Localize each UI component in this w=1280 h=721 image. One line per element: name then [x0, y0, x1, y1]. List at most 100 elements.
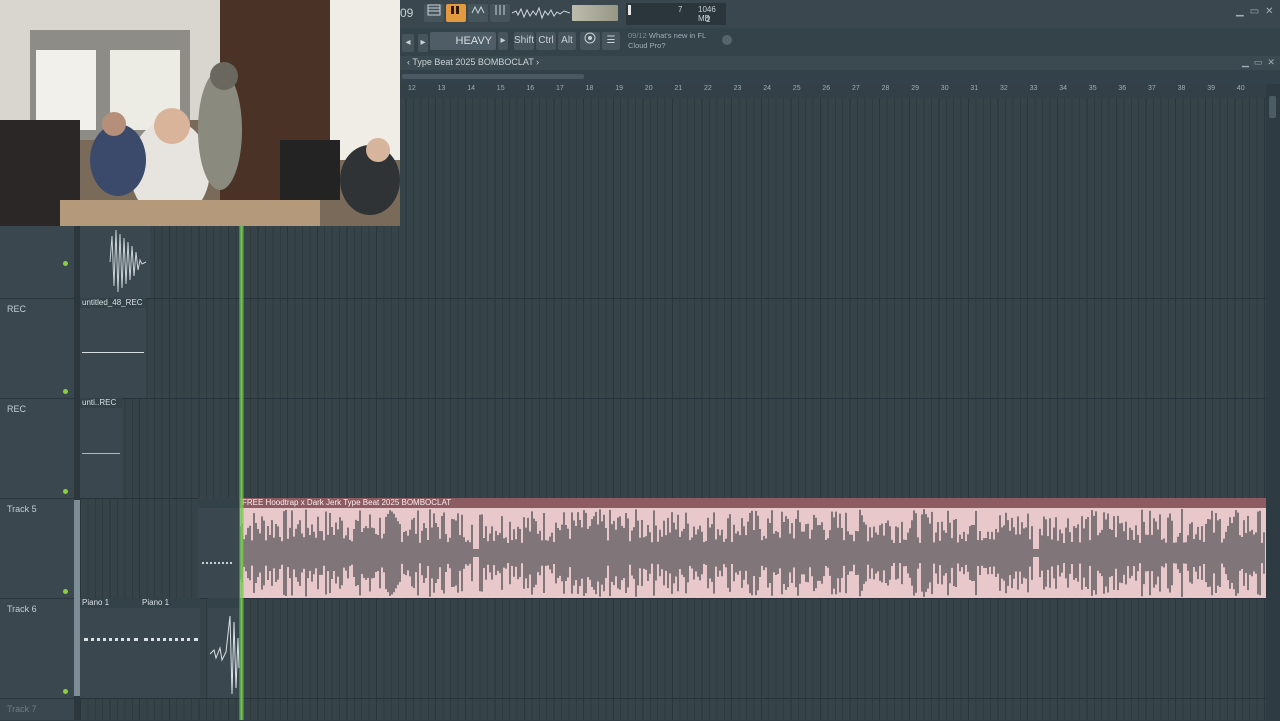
cpu-memory-monitor: 7 1046 MB 2: [626, 3, 726, 25]
ruler-tick: 30: [940, 85, 949, 92]
pattern-clip[interactable]: Piano 1: [140, 598, 200, 698]
timeline-ruler[interactable]: 12 13 14 15 16 17 18 19 20 21 22 23 24 25 26 27 28 29 30 31…: [400, 84, 1266, 99]
chevron-right-icon: ›: [533, 57, 540, 67]
track-led-icon[interactable]: [63, 489, 68, 494]
globe-icon[interactable]: [722, 35, 732, 45]
cpu-value: 7: [678, 5, 683, 14]
ruler-tick: 18: [585, 85, 594, 92]
pattern-clip[interactable]: Piano 1: [80, 598, 140, 698]
ruler-tick: 32: [1000, 85, 1008, 92]
vertical-scrollbar[interactable]: [1266, 84, 1280, 720]
ruler-tick: 33: [1029, 85, 1038, 92]
pattern-prev-icon[interactable]: ▸: [418, 34, 428, 52]
track-led-icon[interactable]: [63, 389, 68, 394]
ruler-tick: 12: [408, 85, 416, 92]
ruler-tick: 38: [1177, 85, 1186, 92]
clip-waveform: [82, 352, 144, 353]
mixer-icon[interactable]: [490, 4, 510, 22]
clip-label: Piano 1: [82, 598, 110, 607]
playhead[interactable]: [239, 226, 244, 720]
track-header[interactable]: Track 5: [0, 498, 74, 599]
ruler-tick: 20: [644, 85, 653, 92]
track-led-icon[interactable]: [63, 589, 68, 594]
shift-button[interactable]: Shift: [514, 32, 534, 50]
webcam-image: [0, 0, 400, 226]
vertical-scrollbar-thumb[interactable]: [1269, 96, 1276, 118]
ruler-tick: 24: [763, 85, 771, 92]
window-controls[interactable]: ▁▭✕: [1236, 6, 1280, 17]
oscilloscope-display: [512, 6, 570, 20]
ruler-tick: 17: [556, 85, 564, 92]
track-name: REC: [7, 404, 27, 414]
clip-notes: [84, 638, 138, 649]
version-label: 09: [400, 6, 414, 20]
audio-clip[interactable]: [208, 598, 240, 698]
ruler-tick: 34: [1059, 85, 1067, 92]
online-icon[interactable]: [580, 32, 600, 50]
ruler-tick: 37: [1148, 85, 1156, 92]
cpu-bar-icon: [628, 5, 631, 15]
clip-label: Piano 1: [142, 598, 170, 607]
alt-button[interactable]: Alt: [558, 32, 576, 50]
row-divider: [80, 298, 1266, 299]
clip-label: FREE Hoodtrap x Dark Jerk Type Beat 2025…: [242, 498, 452, 507]
horizontal-scrollbar[interactable]: [402, 74, 584, 79]
track-name: Track 7: [7, 704, 37, 714]
ruler-tick: 31: [970, 85, 979, 92]
track-header[interactable]: Track 6: [0, 598, 74, 699]
clip-waveform: [82, 453, 120, 454]
ruler-tick: 35: [1088, 85, 1097, 92]
channel-rack-icon[interactable]: [468, 4, 488, 22]
track-header[interactable]: REC: [0, 398, 74, 499]
playlist-title: ‹ Type Beat 2025 BOMBOCLAT ›: [407, 57, 539, 67]
ruler-tick: 14: [467, 85, 475, 92]
row-divider: [80, 698, 1266, 699]
ruler-tick: 27: [852, 85, 860, 92]
poly-value: 2: [706, 15, 711, 24]
ruler-tick: 39: [1207, 85, 1215, 92]
track-name: REC: [7, 304, 27, 314]
track-name: Track 6: [7, 604, 37, 614]
ruler-tick: 28: [881, 85, 890, 92]
track-led-icon[interactable]: [63, 689, 68, 694]
news-panel[interactable]: 09/12 What's new in FL Cloud Pro?: [628, 31, 718, 51]
clip-label: untitled_48_REC: [82, 298, 143, 307]
store-icon[interactable]: ☰: [602, 32, 620, 50]
audio-clip[interactable]: FREE Hoodtrap x Dark Jerk Type Beat 2025…: [240, 498, 1266, 598]
pattern-selector[interactable]: HEAVY: [430, 32, 496, 50]
ctrl-button[interactable]: Ctrl: [536, 32, 556, 50]
ruler-tick: 26: [822, 85, 831, 92]
menu-arrow-icon[interactable]: ◂: [402, 34, 414, 52]
ruler-tick: 23: [733, 85, 742, 92]
audio-clip[interactable]: unti..REC: [80, 398, 122, 498]
automation-clip[interactable]: [198, 498, 240, 598]
news-date: 09/12: [628, 31, 647, 40]
memory-value: 1046 MB: [698, 5, 716, 23]
track-headers: REC REC Track 5 Track 6 Track 7: [0, 198, 74, 721]
webcam-overlay: [0, 0, 400, 226]
ruler-tick: 13: [437, 85, 446, 92]
ruler-tick: 16: [526, 85, 535, 92]
track-led-icon[interactable]: [63, 261, 68, 266]
playlist-window-controls[interactable]: ▁▭✕: [1242, 57, 1280, 68]
playlist-title-text: Type Beat 2025 BOMBOCLAT: [412, 57, 534, 67]
piano-roll-icon[interactable]: [446, 4, 466, 22]
ruler-tick: 21: [674, 85, 683, 92]
clip-label: unti..REC: [82, 398, 117, 407]
master-volume-meter: [572, 5, 618, 21]
ruler-tick: 36: [1118, 85, 1127, 92]
playlist-icon[interactable]: [424, 4, 444, 22]
row-divider: [80, 398, 1266, 399]
audio-clip[interactable]: untitled_48_REC: [80, 298, 146, 398]
ruler-tick: 22: [704, 85, 712, 92]
row-divider: [80, 598, 1266, 599]
ruler-tick: 19: [615, 85, 623, 92]
track-header[interactable]: REC: [0, 298, 74, 399]
ruler-tick: 40: [1236, 85, 1245, 92]
clip-waveform: [240, 509, 1265, 597]
ruler-tick: 15: [496, 85, 505, 92]
track-header[interactable]: Track 7: [0, 698, 74, 721]
clip-notes: [202, 562, 232, 568]
pattern-next-icon[interactable]: ▸: [498, 32, 508, 50]
audio-clip[interactable]: [80, 226, 150, 298]
